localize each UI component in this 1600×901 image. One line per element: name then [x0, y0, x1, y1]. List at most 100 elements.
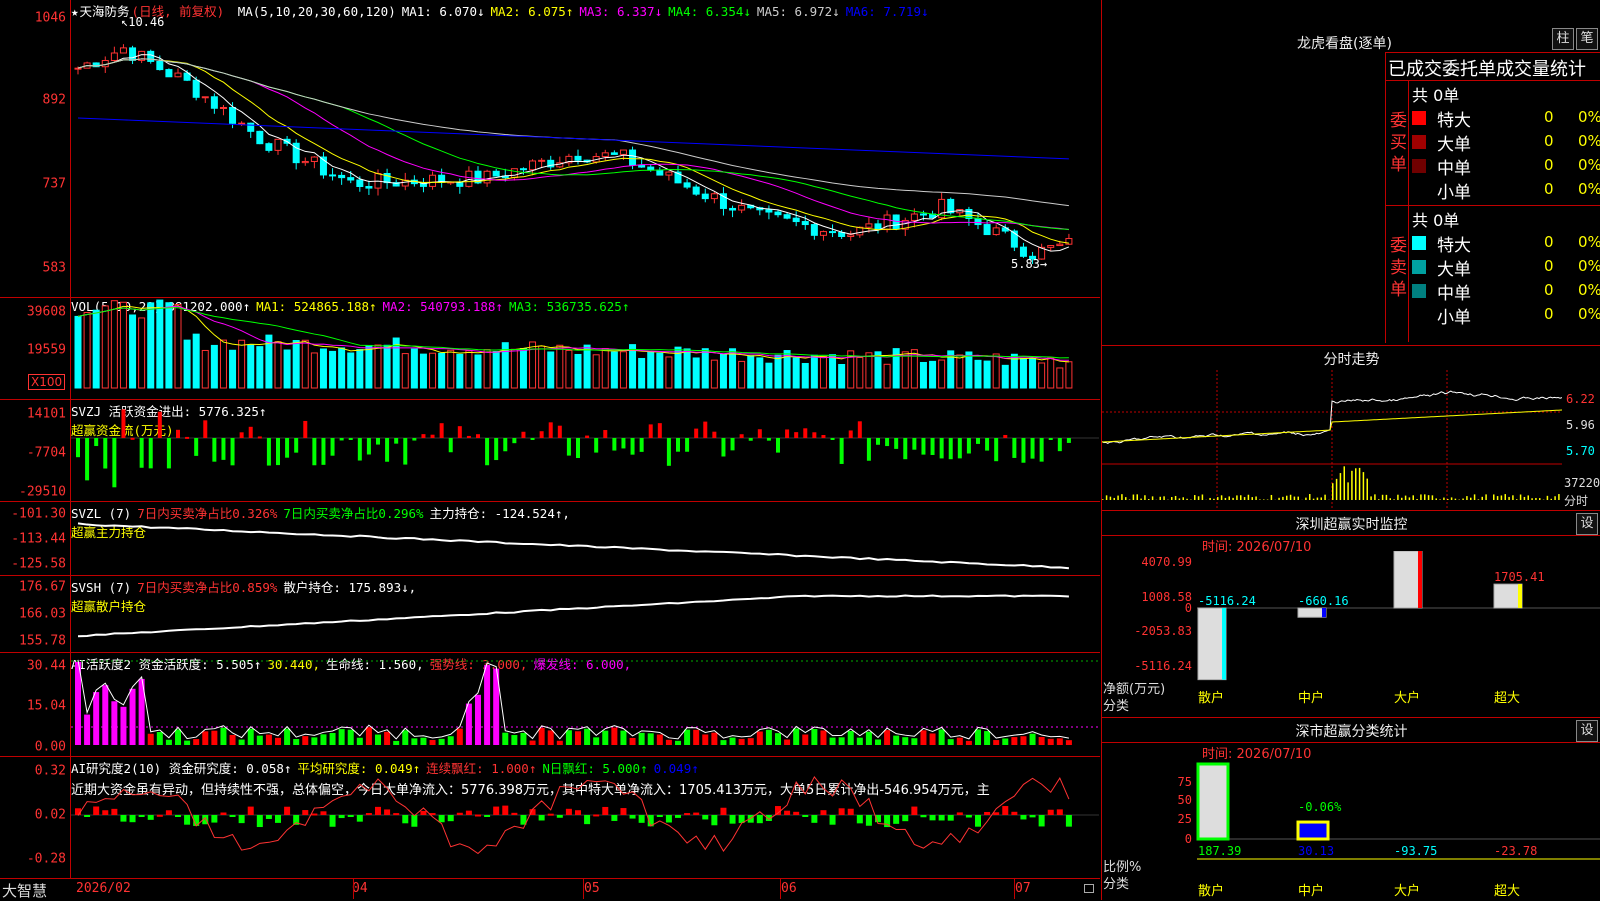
activity-bar	[748, 738, 754, 745]
volume-bar	[793, 358, 799, 388]
volume-bar	[575, 354, 581, 388]
volume-bar	[1057, 368, 1063, 388]
holding-line	[78, 523, 1069, 568]
candle	[248, 123, 254, 131]
sz-monitor-chart: 4070.991008.580-2053.83-5116.24-5116.24散…	[1102, 551, 1600, 717]
ai-active-chart[interactable]	[71, 653, 1099, 756]
research-bar	[666, 815, 672, 822]
research-bar	[684, 813, 690, 815]
main-kline-pane[interactable]: 1046 892 737 583 ★天海防务(日线, 前复权) MA(5,10,…	[0, 0, 1100, 298]
volume-pane[interactable]: 39608 19559 X100 VOL(5,10,20)881202.000↑…	[0, 298, 1100, 400]
activity-bar	[130, 689, 136, 745]
sz-stats-settings-button[interactable]: 设	[1576, 720, 1598, 742]
axis-tick: 75	[1178, 775, 1192, 789]
svzj-pane[interactable]: 14101 -7704 -29510 SVZJ 活跃资金进出: 5776.325…	[0, 400, 1100, 502]
holding-line	[78, 595, 1069, 636]
svzj-chart[interactable]	[71, 400, 1099, 501]
fenshi-panel[interactable]: 分时走势 6.22 5.96 5.70 37220 分时	[1101, 346, 1600, 511]
minute-vol-bar	[1236, 495, 1238, 500]
minute-vol-bar	[1359, 468, 1361, 500]
svzl-chart[interactable]	[71, 502, 1099, 575]
volume-bar	[830, 355, 836, 388]
activity-bar	[157, 732, 163, 745]
row-pct: 0%	[1578, 305, 1600, 323]
sz-monitor-settings-button[interactable]: 设	[1576, 513, 1598, 535]
candle	[911, 214, 917, 220]
candle	[520, 169, 526, 170]
flow-bar	[712, 432, 716, 438]
activity-bar	[111, 701, 117, 745]
activity-bar	[430, 740, 436, 745]
research-bar	[148, 815, 154, 820]
candle	[811, 225, 817, 236]
activity-bar	[193, 739, 199, 745]
tick-mode-button[interactable]: 笔	[1576, 28, 1598, 50]
svzl-pane[interactable]: -101.30 -113.44 -125.58 SVZL (7)7日内买卖净占比…	[0, 502, 1100, 576]
svsh-pane[interactable]: 176.67 166.03 155.78 SVSH (7)7日内买卖净占比0.8…	[0, 576, 1100, 653]
research-bar	[657, 815, 663, 817]
category-bar-edge	[1518, 584, 1522, 608]
svsh-chart[interactable]	[71, 576, 1099, 652]
candle	[357, 180, 363, 187]
ai-active-pane[interactable]: 30.44 15.04 0.00 AI活跃度2 资金活跃度: 5.505↑30.…	[0, 653, 1100, 757]
research-bar	[1039, 815, 1045, 826]
fenshi-title: 分时走势	[1102, 349, 1600, 369]
flow-bar	[949, 438, 953, 459]
minute-vol-bar	[1516, 499, 1518, 500]
minute-vol-bar	[1244, 497, 1246, 500]
minute-vol-bar	[1194, 495, 1196, 500]
volume-bar	[330, 351, 336, 388]
candle	[730, 208, 736, 210]
minute-vol-bar	[1252, 497, 1254, 500]
volume-bar	[557, 345, 563, 388]
activity-bar	[930, 733, 936, 745]
flow-bar	[94, 438, 98, 446]
research-bar	[602, 807, 608, 815]
research-bar	[1030, 815, 1036, 817]
fenshi-vol-unit: 分时	[1564, 492, 1588, 509]
activity-bar	[148, 734, 154, 745]
ma-line	[78, 59, 1069, 243]
fenshi-chart[interactable]	[1102, 370, 1562, 510]
flow-bar	[367, 438, 371, 454]
volume-bar	[1048, 358, 1054, 388]
ai-research-chart[interactable]	[71, 757, 1099, 878]
minute-vol-bar	[1378, 499, 1380, 500]
svzj-tick: -29510	[19, 485, 66, 500]
volume-bar	[875, 352, 881, 388]
ai-research-pane[interactable]: 0.32 0.02 -0.28 AI研究度2(10) 资金研究度: 0.058↑…	[0, 757, 1100, 879]
minute-vol-bar	[1347, 482, 1349, 500]
flow-bar	[885, 438, 889, 446]
candle	[893, 215, 899, 229]
kline-chart[interactable]: ↖10.465.83→	[71, 0, 1099, 297]
candle	[484, 171, 490, 183]
flow-bar	[421, 434, 425, 438]
candle	[984, 225, 990, 235]
flow-bar	[149, 438, 153, 468]
volume-bar	[339, 348, 345, 388]
research-bar	[630, 815, 636, 819]
activity-bar	[830, 738, 836, 745]
candle	[784, 215, 790, 218]
flow-bar	[221, 438, 225, 460]
research-bar	[902, 815, 908, 821]
candle	[657, 170, 663, 175]
bar-mode-button[interactable]: 柱	[1552, 28, 1574, 50]
candle	[830, 232, 836, 233]
volume-chart[interactable]	[71, 298, 1099, 399]
minute-vol-bar	[1497, 496, 1499, 500]
buy-side-label: 委买单	[1390, 110, 1408, 176]
lock-icon[interactable]	[1084, 884, 1094, 893]
activity-bar	[275, 738, 281, 745]
volume-bar	[348, 353, 354, 388]
volume-bar	[175, 304, 181, 388]
ai-active-tick: 0.00	[35, 740, 66, 755]
research-bar	[102, 810, 108, 815]
flow-bar	[758, 429, 762, 438]
orderbook-row: 特大00%	[1412, 231, 1600, 255]
research-bar	[93, 806, 99, 815]
flow-bar	[167, 438, 171, 468]
research-bar	[920, 815, 926, 817]
minute-vol-bar	[1535, 498, 1537, 500]
orderbook-row: 小单00%	[1412, 303, 1600, 327]
